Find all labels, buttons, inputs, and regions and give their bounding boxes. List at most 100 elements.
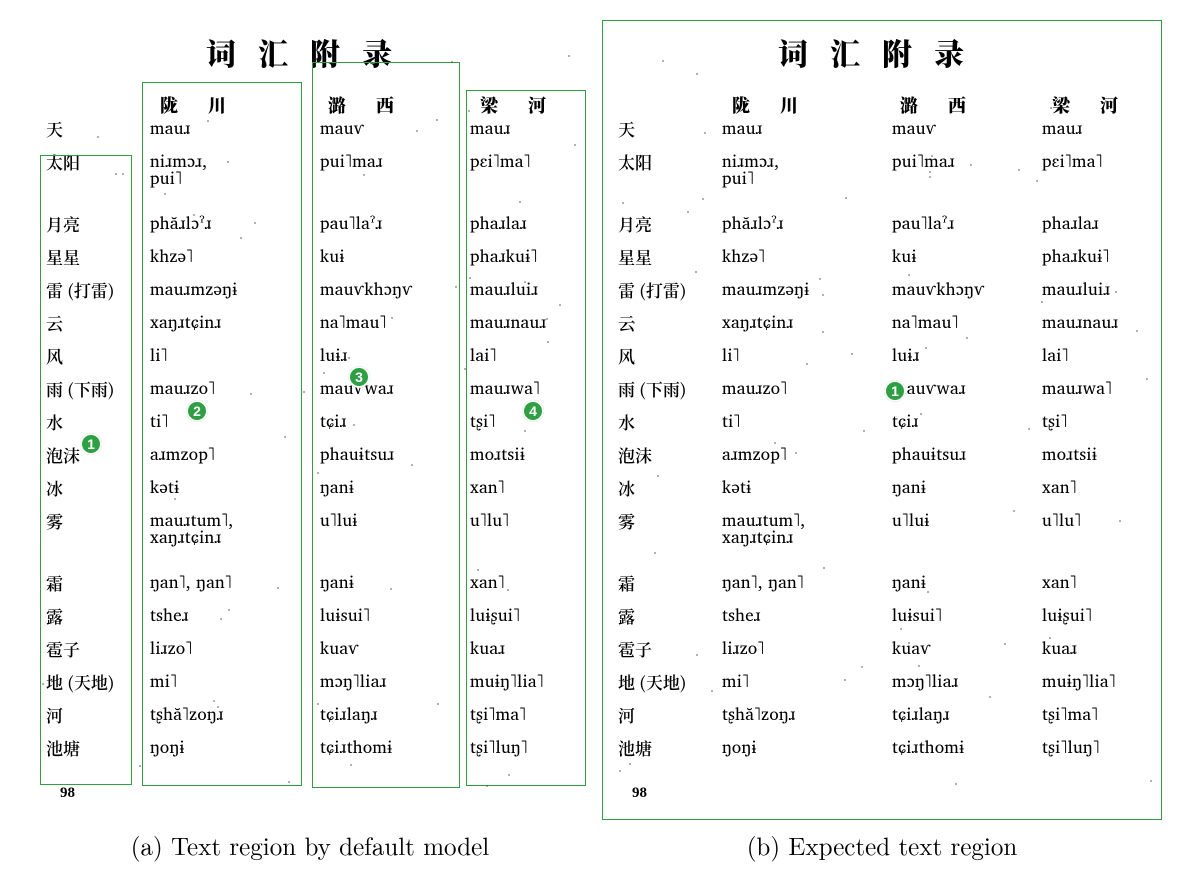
word-cell: 月亮 — [618, 215, 714, 232]
ipa-cell-luxi: tɕiɹthomɨ — [320, 739, 460, 756]
scan-speck — [508, 774, 510, 776]
ipa-cell-luxi: luɨɹ — [892, 347, 1032, 364]
ipa-cell-liang: mauɹnauɹ — [1042, 314, 1162, 331]
word-cell: 天 — [618, 120, 714, 137]
table-row: 池塘ŋoŋɨtɕiɹthomɨtʂi˥luŋ˥ — [30, 739, 590, 772]
ipa-cell-luxi: na˥mau˥ — [320, 314, 460, 331]
word-cell: 地 (天地) — [618, 673, 714, 690]
ipa-cell-liang: moɹtsiɨ — [1042, 446, 1162, 463]
ipa-cell-long: ŋan˥, ŋan˥ — [722, 574, 876, 591]
page-number: 98 — [632, 785, 647, 802]
ipa-cell-liang: kuaɹ — [1042, 640, 1162, 657]
page-number: 98 — [60, 785, 75, 802]
word-cell: 雷 (打雷) — [46, 281, 142, 298]
word-cell: 露 — [46, 607, 142, 624]
word-cell: 天 — [46, 120, 142, 137]
ipa-cell-long: ŋoŋɨ — [722, 739, 876, 756]
word-cell: 月亮 — [46, 215, 142, 232]
ipa-cell-liang: xan˥ — [1042, 479, 1162, 496]
ipa-cell-luxi: kuaⱱ — [320, 640, 460, 657]
ipa-cell-liang: tʂi˥ma˥ — [1042, 706, 1162, 723]
word-cell: 河 — [46, 706, 142, 723]
word-cell: 太阳 — [46, 153, 142, 170]
ipa-cell-long: khzə˥ — [722, 248, 876, 265]
ipa-cell-luxi: ŋanɨ — [892, 574, 1032, 591]
ipa-cell-liang: kuaɹ — [470, 640, 590, 657]
table-row: 太阳niɹmɔɹ, pui˥pui˥maɹpɛi˥ma˥ — [30, 153, 590, 215]
table-row: 云xaŋɹtɕinɹna˥mau˥mauɹnauɹ — [602, 314, 1162, 347]
marker-3-icon: 3 — [348, 366, 370, 388]
ipa-cell-luxi: luɨsui˥ — [892, 607, 1032, 624]
ipa-cell-long: xaŋɹtɕinɹ — [722, 314, 876, 331]
ipa-cell-liang: phaɹkuɨ˥ — [1042, 248, 1162, 265]
ipa-cell-liang: pɛi˥ma˥ — [470, 153, 590, 170]
ipa-cell-long: tʂhă˥zoŋɹ — [722, 706, 876, 723]
word-cell: 风 — [618, 347, 714, 364]
word-cell: 水 — [46, 413, 142, 430]
ipa-cell-long: phăɹlɔˀɹ — [150, 215, 304, 232]
ipa-cell-liang: mauɹwa˥ — [1042, 380, 1162, 397]
ipa-cell-luxi: mɔŋ˥liaɹ — [892, 673, 1032, 690]
ipa-cell-long: mauɹmzəŋɨ — [722, 281, 876, 298]
table-rows: 天mauɹmauⱱmauɹ太阳niɹmɔɹ, pui˥pui˥maɹpɛi˥ma… — [602, 120, 1162, 760]
ipa-cell-luxi: pau˥laˀɹ — [320, 215, 460, 232]
word-cell: 雨 (下雨) — [46, 380, 142, 397]
ipa-cell-luxi: kuɨ — [320, 248, 460, 265]
ipa-cell-liang: mauɹ — [470, 120, 590, 137]
ipa-cell-luxi: phauɨtsuɹ — [892, 446, 1032, 463]
scan-speck — [288, 781, 290, 783]
ipa-cell-long: niɹmɔɹ, pui˥ — [722, 153, 876, 187]
ipa-cell-luxi: ŋanɨ — [320, 479, 460, 496]
word-cell: 星星 — [46, 248, 142, 265]
word-cell: 雹子 — [618, 640, 714, 657]
ipa-cell-luxi: luɨɹ — [320, 347, 460, 364]
ipa-cell-luxi: luɨsui˥ — [320, 607, 460, 624]
word-cell: 雹子 — [46, 640, 142, 657]
ipa-cell-luxi: mauⱱkhɔŋⱱ — [892, 281, 1032, 298]
ipa-cell-liang: phaɹlaɹ — [1042, 215, 1162, 232]
ipa-cell-luxi: mauⱱ — [320, 120, 460, 137]
ipa-cell-luxi: kuɨ — [892, 248, 1032, 265]
ipa-cell-luxi: ŋanɨ — [320, 574, 460, 591]
table-row: 露tsheɹluɨsui˥luɨʂui˥ — [30, 607, 590, 640]
table-row: 雾mauɹtum˥, xaŋɹtɕinɹu˥luɨu˥lu˥ — [30, 512, 590, 574]
ipa-cell-liang: xan˥ — [470, 479, 590, 496]
table-row: 泡沫aɹmzop˥phauɨtsuɹmoɹtsiɨ — [30, 446, 590, 479]
ipa-cell-luxi: pui˥maɹ — [892, 153, 1032, 170]
ipa-cell-liang: tʂi˥luŋ˥ — [1042, 739, 1162, 756]
page-title: 词汇附录 — [602, 30, 1162, 74]
ipa-cell-long: tsheɹ — [722, 607, 876, 624]
caption-b: (b) Expected text region — [602, 828, 1162, 863]
ipa-cell-liang: lai˥ — [470, 347, 590, 364]
word-cell: 冰 — [46, 479, 142, 496]
ipa-cell-luxi: tɕiɹ — [320, 413, 460, 430]
ipa-cell-liang: pɛi˥ma˥ — [1042, 153, 1162, 170]
ipa-cell-long: ŋoŋɨ — [150, 739, 304, 756]
ipa-cell-luxi: phauɨtsuɹ — [320, 446, 460, 463]
word-cell: 地 (天地) — [46, 673, 142, 690]
word-cell: 雾 — [46, 512, 142, 529]
ipa-cell-long: aɹmzop˥ — [722, 446, 876, 463]
ipa-cell-long: mauɹ — [722, 120, 876, 137]
word-cell: 雷 (打雷) — [618, 281, 714, 298]
ipa-cell-long: phăɹlɔˀɹ — [722, 215, 876, 232]
word-cell: 雾 — [618, 512, 714, 529]
ipa-cell-liang: moɹtsiɨ — [470, 446, 590, 463]
scan-speck — [486, 785, 488, 787]
ipa-cell-luxi: pau˥laˀɹ — [892, 215, 1032, 232]
ipa-cell-long: liɹzo˥ — [722, 640, 876, 657]
ipa-cell-liang: tʂi˥luŋ˥ — [470, 739, 590, 756]
table-rows: 天mauɹmauⱱmauɹ太阳niɹmɔɹ, pui˥pui˥maɹpɛi˥ma… — [30, 120, 590, 760]
ipa-cell-luxi: u˥luɨ — [892, 512, 1032, 529]
ipa-cell-luxi: tɕiɹthomɨ — [892, 739, 1032, 756]
word-cell: 霜 — [618, 574, 714, 591]
ipa-cell-long: ti˥ — [722, 413, 876, 430]
ipa-cell-liang: mauɹluiɹ — [1042, 281, 1162, 298]
word-cell: 云 — [618, 314, 714, 331]
ipa-cell-long: liɹzo˥ — [150, 640, 304, 657]
ipa-cell-long: mauɹzo˥ — [722, 380, 876, 397]
ipa-cell-liang: lai˥ — [1042, 347, 1162, 364]
ipa-cell-long: kətɨ — [722, 479, 876, 496]
ipa-cell-long: tsheɹ — [150, 607, 304, 624]
ipa-cell-luxi: tɕiɹ — [892, 413, 1032, 430]
